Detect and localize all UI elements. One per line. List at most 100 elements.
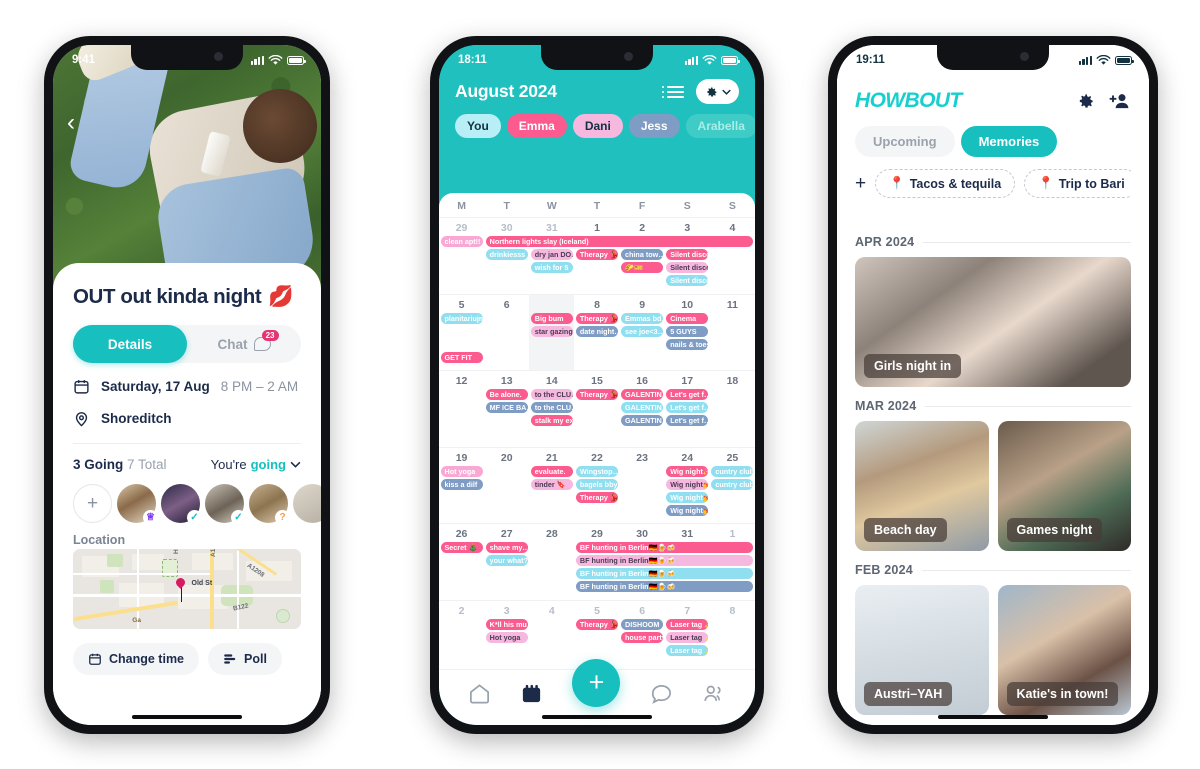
day-number[interactable]: 31 <box>529 222 574 234</box>
memory-card-katies-in-town[interactable]: Katie's in town! <box>997 585 1131 715</box>
calendar-event[interactable]: 5 GUYS <box>666 325 709 337</box>
calendar-event[interactable]: Wig night💅 <box>666 491 709 503</box>
friend-chip[interactable]: Jess <box>628 114 680 138</box>
add-pin-button[interactable]: + <box>855 173 866 195</box>
day-number[interactable]: 3 <box>665 222 710 234</box>
map-recenter-icon[interactable] <box>275 608 290 623</box>
calendar-event[interactable]: K*ll his mu… <box>485 618 528 630</box>
avatar[interactable]: ♕ <box>117 484 158 525</box>
calendar-event[interactable]: Laser tag ✨ <box>666 631 709 643</box>
calendar-event[interactable]: Therapy 💃 <box>575 312 619 324</box>
day-number[interactable]: 29 <box>574 528 619 540</box>
avatar[interactable]: ✓ <box>161 484 202 525</box>
back-button[interactable]: ‹ <box>67 111 75 135</box>
calendar-event[interactable]: BF hunting in Berlin🇩🇪🍺🍻 <box>575 581 754 592</box>
calendar-event[interactable]: your what? <box>485 555 528 566</box>
day-number[interactable]: 28 <box>529 528 574 540</box>
calendar-event[interactable]: Therapy 💃 <box>575 249 619 260</box>
avatar[interactable]: ✓ <box>205 484 246 525</box>
day-number[interactable]: 4 <box>710 222 755 234</box>
calendar-event[interactable]: shave my… <box>485 542 528 553</box>
calendar-event[interactable]: tinder 🔖 <box>530 478 573 490</box>
calendar-event[interactable]: kiss a dilf <box>440 478 483 490</box>
calendar-event[interactable]: clean apt!! <box>440 236 483 247</box>
calendar-event[interactable]: stalk my ex <box>530 415 573 426</box>
day-number[interactable]: 9 <box>620 299 665 311</box>
calendar-event[interactable]: BF hunting in Berlin🇩🇪🍺🍻 <box>575 555 754 566</box>
calendar-event[interactable]: bagels bby <box>575 478 619 490</box>
tab-chat[interactable]: Chat 23 <box>187 325 301 363</box>
day-number[interactable]: 8 <box>574 299 619 311</box>
calendar-event[interactable]: Let's get f… <box>666 415 709 426</box>
chat-icon[interactable] <box>650 682 673 705</box>
day-number[interactable]: 12 <box>439 375 484 387</box>
day-number[interactable]: 18 <box>710 375 755 387</box>
avatar[interactable]: ? <box>249 484 290 525</box>
friend-chip[interactable]: Arabella <box>685 114 755 138</box>
calendar-event[interactable]: nails & toes <box>666 338 709 350</box>
day-number[interactable]: 17 <box>665 375 710 387</box>
day-number[interactable]: 29 <box>439 222 484 234</box>
memory-card-austriyah[interactable]: Austri–YAH <box>855 585 989 715</box>
day-number[interactable]: 26 <box>439 528 484 540</box>
calendar-event[interactable]: drinkiesss <box>485 249 528 260</box>
day-number[interactable]: 19 <box>439 452 484 464</box>
calendar-event[interactable]: Let's get f… <box>666 402 709 413</box>
day-number[interactable]: 31 <box>665 528 710 540</box>
day-number[interactable]: 7 <box>665 605 710 617</box>
memory-card-beach-day[interactable]: Beach day <box>855 421 989 551</box>
day-number[interactable]: 13 <box>484 375 529 387</box>
friend-chip[interactable]: You <box>455 114 501 138</box>
day-number[interactable]: 10 <box>665 299 710 311</box>
calendar-event[interactable]: Hot yoga <box>485 631 528 643</box>
day-number[interactable]: 27 <box>484 528 529 540</box>
avatar[interactable] <box>293 484 321 523</box>
poll-button[interactable]: Poll <box>208 643 282 676</box>
day-number[interactable]: 21 <box>529 452 574 464</box>
day-number[interactable]: 24 <box>665 452 710 464</box>
rsvp-dropdown[interactable]: You're going <box>211 457 301 472</box>
calendar-event[interactable]: BF hunting in Berlin🇩🇪🍺🍻 <box>575 568 754 579</box>
tab-upcoming[interactable]: Upcoming <box>855 126 955 157</box>
calendar-event[interactable]: Wig night💅 <box>666 504 709 516</box>
memory-card-games-night[interactable]: Games night <box>997 421 1131 551</box>
calendar-event[interactable]: Emmas bd… <box>621 312 664 324</box>
calendar-event[interactable]: Cinema <box>666 312 709 324</box>
day-number[interactable]: 5 <box>439 299 484 311</box>
calendar-event[interactable]: Hot yoga <box>440 465 483 477</box>
calendar-event[interactable]: evaluate. <box>530 465 573 477</box>
calendar-event[interactable]: house party <box>621 631 664 643</box>
calendar-event[interactable]: to the CLU… <box>530 402 573 413</box>
calendar-event[interactable]: Wig night✨ <box>666 465 709 477</box>
day-number[interactable]: 6 <box>620 605 665 617</box>
calendar-event[interactable]: Be alone. <box>485 389 528 400</box>
day-number[interactable]: 8 <box>710 605 755 617</box>
calendar-event[interactable]: Therapy 💃 <box>575 618 619 630</box>
add-person-icon[interactable] <box>1108 91 1131 111</box>
day-number[interactable]: 14 <box>529 375 574 387</box>
calendar-event[interactable]: cuntry club <box>711 478 754 490</box>
day-number[interactable]: 11 <box>710 299 755 311</box>
calendar-event[interactable]: 🌮🎫 <box>621 262 664 273</box>
add-fab[interactable]: + <box>572 658 621 707</box>
calendar-icon[interactable] <box>520 682 543 705</box>
calendar-event[interactable]: Northern lights slay (Iceland) <box>485 236 754 247</box>
calendar-event[interactable]: GALENTIN… <box>621 415 664 426</box>
calendar-event[interactable]: DISHOOM <box>621 618 664 630</box>
day-number[interactable]: 2 <box>620 222 665 234</box>
day-number[interactable]: 30 <box>620 528 665 540</box>
calendar-event[interactable]: Wingstop… <box>575 465 619 477</box>
day-number[interactable]: 16 <box>620 375 665 387</box>
calendar-event[interactable]: GALENTIN… <box>621 402 664 413</box>
calendar-event[interactable]: MF ICE BA… <box>485 402 528 413</box>
day-number[interactable]: 20 <box>484 452 529 464</box>
calendar-event[interactable]: dry jan DO… <box>530 249 573 260</box>
calendar-event[interactable]: Laser tag ✨ <box>666 618 709 630</box>
list-icon[interactable] <box>662 85 684 98</box>
calendar-event[interactable]: to the CLU… <box>530 389 573 400</box>
calendar-event[interactable]: Big bum <box>530 312 573 324</box>
calendar-event[interactable]: Therapy 💃 <box>575 389 619 400</box>
location-map[interactable]: Hoxton St A10 A1208 B122 Ga Old St <box>73 549 301 630</box>
gear-icon[interactable] <box>1075 91 1095 111</box>
day-number[interactable]: 1 <box>574 222 619 234</box>
